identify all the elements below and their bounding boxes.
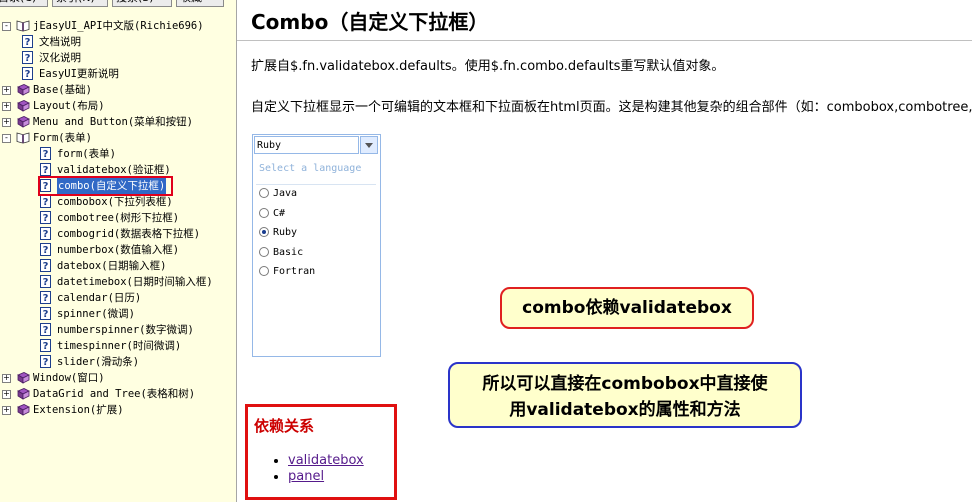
combo-dropdown-panel: Select a language Java C# Ruby Basic Fortran	[254, 157, 378, 353]
tree-item-label: numberbox(数值输入框)	[57, 244, 180, 256]
book-closed-icon	[16, 99, 30, 112]
tree-item-label: datetimebox(日期时间输入框)	[57, 276, 213, 288]
question-page-icon: ?	[40, 275, 51, 288]
question-page-icon: ?	[40, 355, 51, 368]
tree-item-label: combogrid(数据表格下拉框)	[57, 228, 201, 240]
question-page-icon: ?	[40, 259, 51, 272]
dependencies-box: 依赖关系 validatebox panel	[245, 404, 397, 500]
question-page-icon: ?	[40, 147, 51, 160]
combo-option-label: Ruby	[273, 227, 298, 238]
content-pane: Combo（自定义下拉框） 扩展自$.fn.validatebox.defaul…	[237, 0, 972, 502]
dependencies-list: validatebox panel	[248, 453, 364, 485]
selection-highlight-box	[38, 176, 173, 196]
combo-option[interactable]: Ruby	[259, 226, 297, 242]
help-tab[interactable]: 收藏	[176, 0, 224, 7]
question-page-icon: ?	[40, 195, 51, 208]
question-page-icon: ?	[40, 163, 51, 176]
tree-item-label: Window(窗口)	[33, 372, 105, 384]
help-tabs: 目录(C) 索引(N) 搜索(S) 收藏	[0, 0, 236, 8]
tree-item-label: jEasyUI_API中文版(Richie696)	[33, 20, 204, 32]
tree-item-label: EasyUI更新说明	[39, 68, 119, 80]
radio-checked-icon[interactable]	[259, 227, 269, 237]
combo-hint-divider	[256, 184, 376, 185]
tree-item-label: Layout(布局)	[33, 100, 105, 112]
tree-item-label: spinner(微调)	[57, 308, 135, 320]
book-closed-icon	[16, 371, 30, 384]
book-closed-icon	[16, 115, 30, 128]
expand-icon[interactable]: +	[2, 102, 11, 111]
question-page-icon: ?	[22, 67, 33, 80]
expand-icon[interactable]: +	[2, 118, 11, 127]
tree-item-label: 汉化说明	[39, 52, 81, 64]
combo-option-label: Java	[273, 188, 298, 199]
combo-description: 自定义下拉框显示一个可编辑的文本框和下拉面板在html页面。这是构建其他复杂的组…	[251, 100, 972, 115]
combo-option[interactable]: Fortran	[259, 265, 315, 281]
collapse-icon[interactable]: -	[2, 22, 11, 31]
dependency-callout: combo依赖validatebox	[500, 287, 754, 329]
combo-option[interactable]: C#	[259, 207, 285, 223]
tree-item-label: slider(滑动条)	[57, 356, 140, 368]
combo-hint: Select a language	[259, 163, 362, 174]
question-page-icon: ?	[22, 51, 33, 64]
question-page-icon: ?	[40, 243, 51, 256]
book-open-icon	[16, 131, 30, 144]
tree-item-label: datebox(日期输入框)	[57, 260, 167, 272]
question-page-icon: ?	[22, 35, 33, 48]
question-page-icon: ?	[40, 323, 51, 336]
combo-option-label: Basic	[273, 246, 304, 258]
chevron-down-icon[interactable]	[360, 136, 378, 154]
tree-item-label: Extension(扩展)	[33, 404, 124, 416]
dependency-link-validatebox[interactable]: validatebox	[288, 453, 364, 468]
inherit-description: 扩展自$.fn.validatebox.defaults。使用$.fn.comb…	[251, 59, 725, 74]
combo-demo: Ruby Select a language Java C# Ruby Basic Fo…	[252, 134, 381, 357]
usage-callout: 所以可以直接在combobox中直接使 用validatebox的属性和方法	[448, 362, 802, 428]
expand-icon[interactable]: +	[2, 86, 11, 95]
combo-option-label: Fortran	[273, 266, 316, 277]
usage-callout-line1: 所以可以直接在combobox中直接使	[482, 374, 768, 394]
tree-item-label: form(表单)	[57, 148, 116, 160]
tree-item-label: combotree(树形下拉框)	[57, 212, 180, 224]
expand-icon[interactable]: +	[2, 374, 11, 383]
tree-item-label: 文档说明	[39, 36, 81, 48]
question-page-icon: ?	[40, 211, 51, 224]
dependency-item: panel	[288, 469, 364, 485]
tree-item-label: timespinner(时间微调)	[57, 340, 182, 352]
title-divider	[237, 40, 972, 41]
tree-item-label: Form(表单)	[33, 132, 92, 144]
book-closed-icon	[16, 387, 30, 400]
combo-text-input[interactable]: Ruby	[254, 136, 359, 154]
help-tree-pane: 目录(C) 索引(N) 搜索(S) 收藏 - jEasyUI_API中文版(Richie…	[0, 0, 237, 502]
radio-unchecked-icon[interactable]	[259, 207, 269, 218]
tree-item-label: Menu and Button(菜单和按钮)	[33, 116, 193, 128]
question-page-icon: ?	[40, 339, 51, 352]
radio-unchecked-icon[interactable]	[259, 266, 269, 276]
tree-item-label: numberspinner(数字微调)	[57, 324, 194, 336]
dependency-link-panel[interactable]: panel	[288, 469, 324, 484]
book-open-icon	[16, 19, 30, 32]
expand-icon[interactable]: +	[2, 390, 11, 399]
tree-item-label: Base(基础)	[33, 84, 92, 96]
usage-callout-line2: 用validatebox的属性和方法	[509, 400, 741, 420]
combo-option-label: C#	[273, 207, 286, 219]
tree-item-label: DataGrid and Tree(表格和树)	[33, 388, 196, 400]
dependency-item: validatebox	[288, 453, 364, 469]
combo-option[interactable]: Java	[259, 187, 297, 203]
tree-item-label: combobox(下拉列表框)	[57, 196, 173, 208]
help-tab[interactable]: 索引(N)	[52, 0, 108, 7]
book-closed-icon	[16, 83, 30, 96]
question-page-icon: ?	[40, 307, 51, 320]
question-page-icon: ?	[40, 291, 51, 304]
help-tab[interactable]: 搜索(S)	[112, 0, 172, 7]
radio-unchecked-icon[interactable]	[259, 188, 269, 198]
page-title: Combo（自定义下拉框）	[251, 10, 489, 34]
book-closed-icon	[16, 403, 30, 416]
tree-item-label: calendar(日历)	[57, 292, 142, 304]
help-tab[interactable]: 目录(C)	[0, 0, 48, 7]
expand-icon[interactable]: +	[2, 406, 11, 415]
question-page-icon: ?	[40, 227, 51, 240]
collapse-icon[interactable]: -	[2, 134, 11, 143]
radio-unchecked-icon[interactable]	[259, 246, 269, 257]
combo-option[interactable]: Basic	[259, 246, 303, 262]
dependencies-title: 依赖关系	[254, 417, 315, 435]
